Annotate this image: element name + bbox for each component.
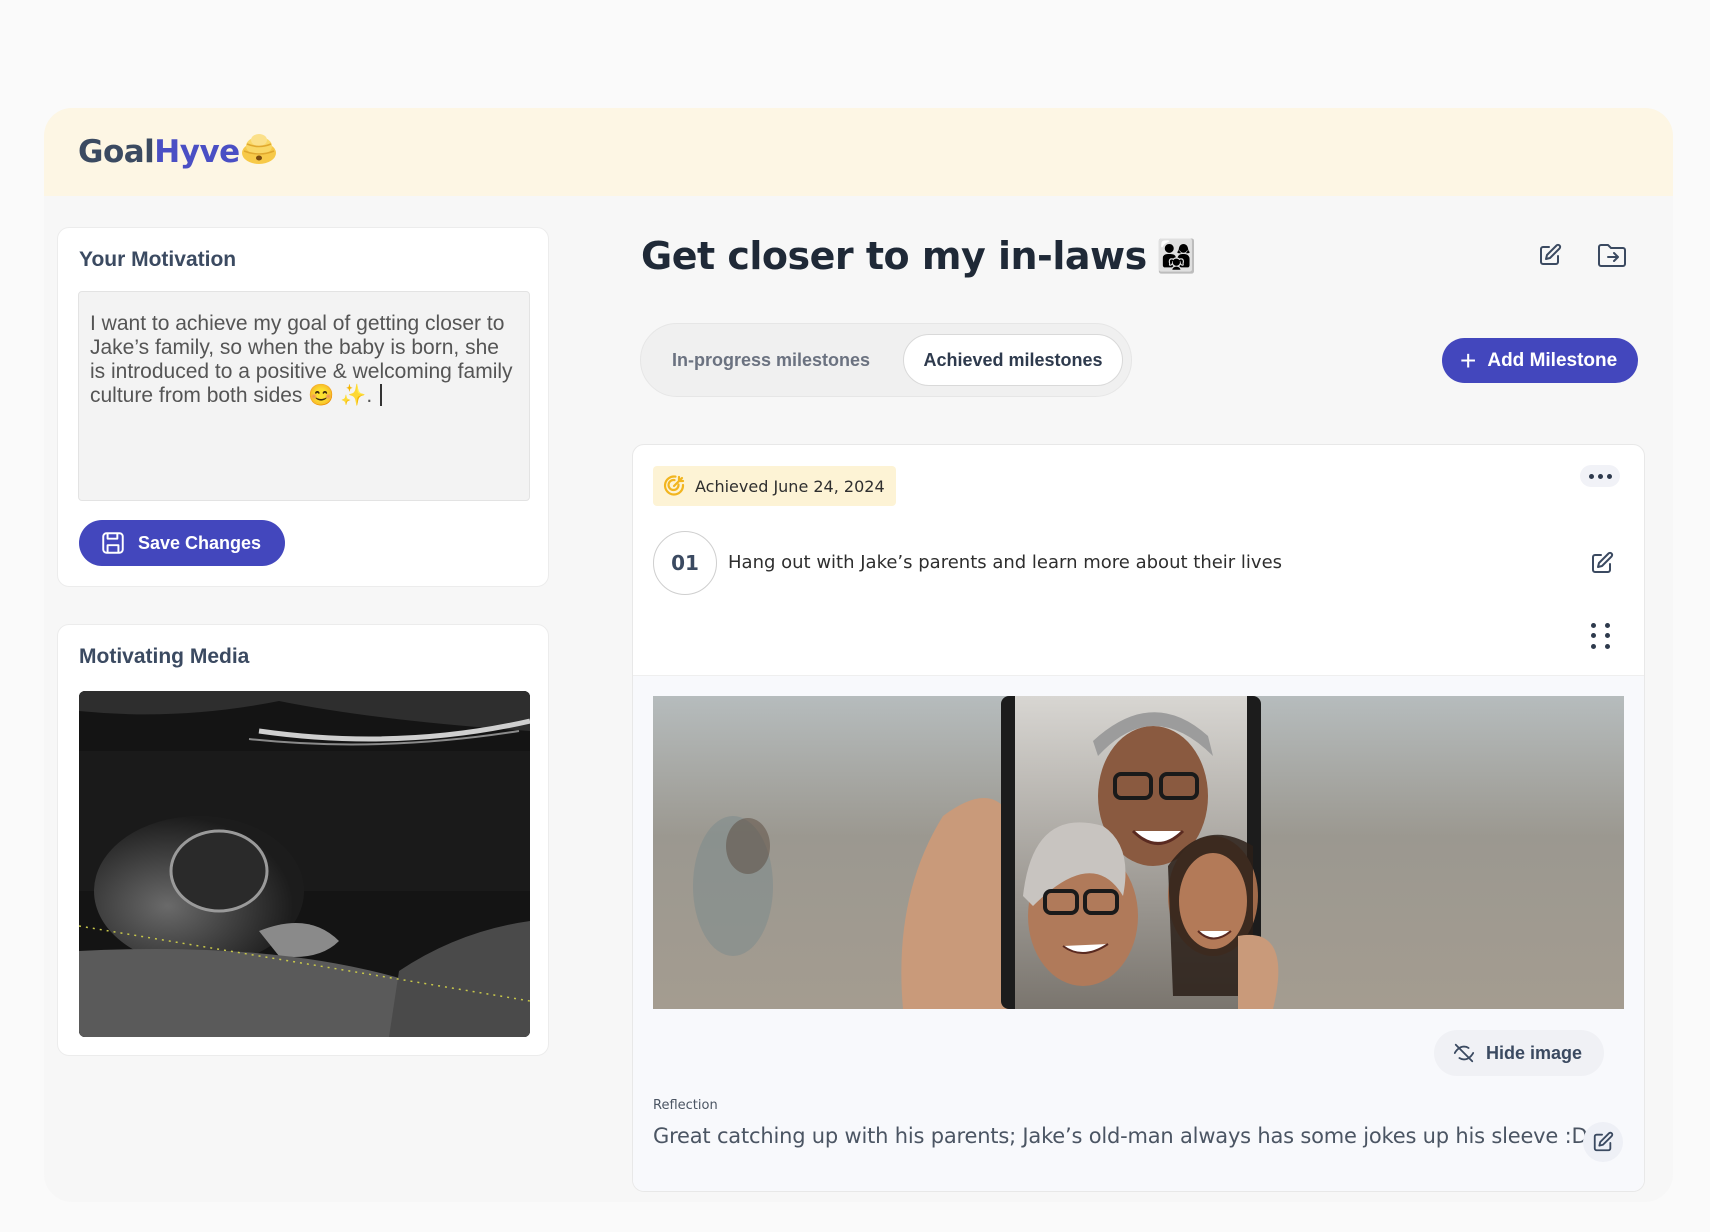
media-card: Motivating Media <box>57 624 549 1056</box>
drag-handle-icon[interactable] <box>1591 623 1613 649</box>
hive-icon <box>241 131 277 173</box>
milestone-details: Hide image Reflection Great catching up … <box>633 675 1644 1191</box>
goal-title: Get closer to my in-laws 👨‍👩‍👧 <box>641 234 1197 278</box>
app-header: Goal Hyve <box>44 108 1673 196</box>
motivation-title: Your Motivation <box>79 248 237 271</box>
motivation-card: Your Motivation I want to achieve my goa… <box>57 227 549 587</box>
milestone-photo[interactable] <box>653 696 1624 1009</box>
motivation-textarea[interactable]: I want to achieve my goal of getting clo… <box>78 291 530 501</box>
edit-milestone-icon[interactable] <box>1590 551 1614 580</box>
logo[interactable]: Goal Hyve <box>78 131 277 173</box>
tab-achieved[interactable]: Achieved milestones <box>903 334 1123 386</box>
reflection-text: Great catching up with his parents; Jake… <box>653 1124 1588 1148</box>
milestone-text: Hang out with Jake’s parents and learn m… <box>728 552 1283 573</box>
folder-move-icon[interactable] <box>1595 238 1629 272</box>
achieved-date: Achieved June 24, 2024 <box>695 476 885 496</box>
tab-in-progress[interactable]: In-progress milestones <box>661 334 881 386</box>
media-title: Motivating Media <box>79 645 250 668</box>
save-changes-button[interactable]: Save Changes <box>79 520 285 566</box>
app-window: Goal Hyve Your Motivation I want to achie… <box>44 108 1673 1202</box>
target-icon <box>663 475 685 496</box>
save-icon <box>102 532 124 554</box>
edit-reflection-icon[interactable] <box>1583 1122 1623 1162</box>
add-milestone-button[interactable]: + Add Milestone <box>1442 338 1638 383</box>
goal-title-text: Get closer to my in-laws <box>641 234 1147 278</box>
eye-off-icon <box>1453 1043 1475 1063</box>
add-milestone-label: Add Milestone <box>1487 349 1618 371</box>
more-icon[interactable] <box>1580 465 1620 487</box>
family-emoji: 👨‍👩‍👧 <box>1156 237 1197 275</box>
achieved-badge: Achieved June 24, 2024 <box>653 466 896 506</box>
hide-image-button[interactable]: Hide image <box>1434 1030 1604 1076</box>
save-changes-label: Save Changes <box>138 532 262 553</box>
milestone-tabs: In-progress milestones Achieved mileston… <box>640 323 1132 397</box>
logo-hyve-text: Hyve <box>154 134 240 170</box>
edit-goal-icon[interactable] <box>1533 238 1567 272</box>
hide-image-label: Hide image <box>1486 1042 1583 1063</box>
ultrasound-image[interactable] <box>79 691 530 1037</box>
plus-icon: + <box>1460 344 1477 376</box>
milestone-number: 01 <box>653 531 717 595</box>
motivation-text-value: I want to achieve my goal of getting clo… <box>90 312 513 407</box>
logo-goal-text: Goal <box>78 134 155 170</box>
milestone-card: Achieved June 24, 2024 01 Hang out with … <box>632 444 1645 1192</box>
text-caret <box>380 384 383 406</box>
reflection-label: Reflection <box>653 1098 718 1113</box>
